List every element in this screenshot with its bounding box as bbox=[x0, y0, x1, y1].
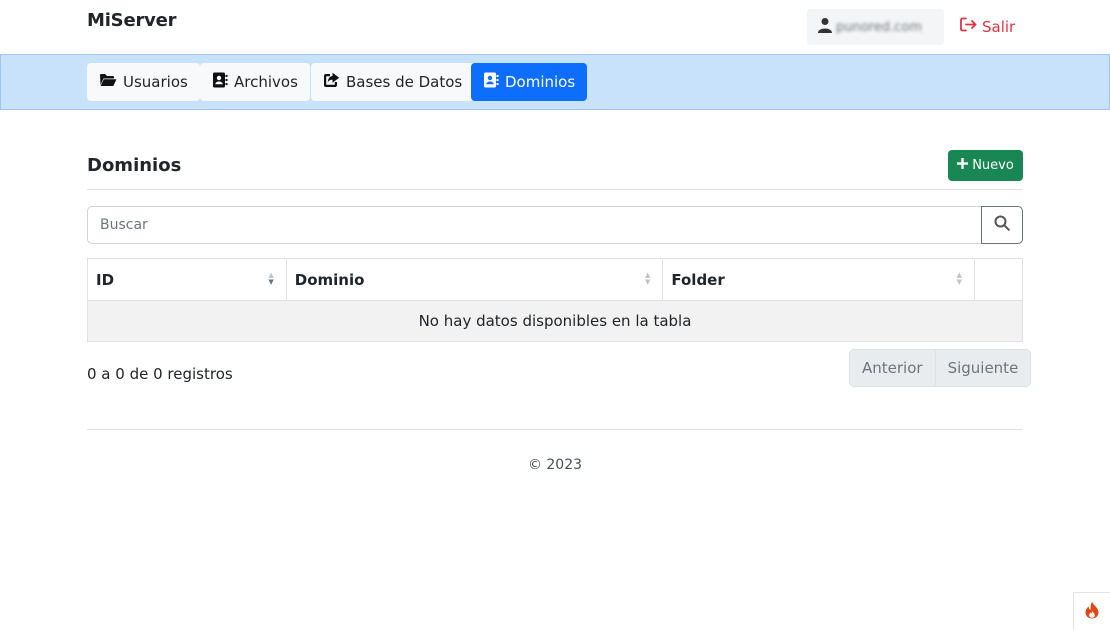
previous-page-button[interactable]: Anterior bbox=[850, 350, 935, 386]
column-header-id[interactable]: ID ▲ ▼ bbox=[87, 258, 287, 301]
sort-icon: ▲ ▼ bbox=[956, 271, 963, 286]
column-label: Folder bbox=[671, 270, 725, 289]
tab-dominios[interactable]: Dominios bbox=[471, 63, 588, 101]
pagination: Anterior Siguiente bbox=[849, 349, 1032, 387]
plus-icon bbox=[957, 158, 969, 173]
sort-icon: ▲ ▼ bbox=[268, 271, 274, 286]
debug-toolbar-toggle[interactable] bbox=[1073, 592, 1110, 630]
page-title: Dominios bbox=[87, 155, 182, 176]
table-info: 0 a 0 de 0 registros bbox=[87, 365, 233, 383]
address-book-icon bbox=[212, 72, 228, 92]
new-button[interactable]: Nuevo bbox=[948, 150, 1023, 181]
search-button[interactable] bbox=[981, 206, 1023, 244]
tab-bases-de-datos[interactable]: Bases de Datos bbox=[311, 63, 475, 101]
tab-usuarios[interactable]: Usuarios bbox=[87, 63, 200, 101]
column-header-actions bbox=[974, 258, 1023, 301]
share-square-icon bbox=[323, 72, 340, 92]
column-header-dominio[interactable]: Dominio ▲ ▼ bbox=[285, 258, 664, 301]
tab-label: Dominios bbox=[505, 73, 576, 91]
user-menu[interactable]: punored.com bbox=[807, 9, 944, 45]
tab-label: Usuarios bbox=[123, 73, 188, 91]
new-button-label: Nuevo bbox=[972, 158, 1014, 173]
user-icon bbox=[818, 17, 832, 37]
empty-table-message: No hay datos disponibles en la tabla bbox=[87, 300, 1023, 342]
footer: © 2023 bbox=[0, 457, 1110, 473]
sort-icon: ▲ ▼ bbox=[644, 271, 651, 286]
table-header-row: ID ▲ ▼ Dominio ▲ ▼ Folder ▲ ▼ bbox=[87, 258, 1023, 301]
logout-link[interactable]: Salir bbox=[960, 17, 1015, 36]
main-nav: Usuarios Archivos Bases de Datos Dominio… bbox=[0, 54, 1110, 110]
title-divider bbox=[87, 189, 1023, 190]
table-row: No hay datos disponibles en la tabla bbox=[87, 300, 1023, 342]
footer-divider bbox=[87, 429, 1023, 430]
column-label: Dominio bbox=[294, 270, 365, 289]
next-page-button[interactable]: Siguiente bbox=[934, 350, 1031, 386]
domains-table: ID ▲ ▼ Dominio ▲ ▼ Folder ▲ ▼ No hay datos … bbox=[87, 258, 1023, 342]
column-header-folder[interactable]: Folder ▲ ▼ bbox=[662, 258, 976, 301]
tab-archivos[interactable]: Archivos bbox=[200, 63, 310, 101]
column-label: ID bbox=[96, 270, 115, 289]
tab-label: Archivos bbox=[234, 73, 298, 91]
copyright-text: © 2023 bbox=[527, 457, 583, 473]
user-name: punored.com bbox=[836, 19, 922, 35]
logout-label: Salir bbox=[982, 17, 1016, 36]
address-book-icon bbox=[483, 72, 499, 92]
search-input[interactable] bbox=[87, 206, 982, 244]
flame-icon bbox=[1084, 601, 1100, 623]
sign-out-icon bbox=[960, 17, 977, 36]
search-icon bbox=[994, 215, 1010, 235]
app-brand[interactable]: MiServer bbox=[87, 10, 177, 31]
top-navbar: MiServer punored.com Salir bbox=[0, 0, 1110, 54]
tab-label: Bases de Datos bbox=[346, 73, 463, 91]
folder-open-icon bbox=[99, 73, 117, 91]
